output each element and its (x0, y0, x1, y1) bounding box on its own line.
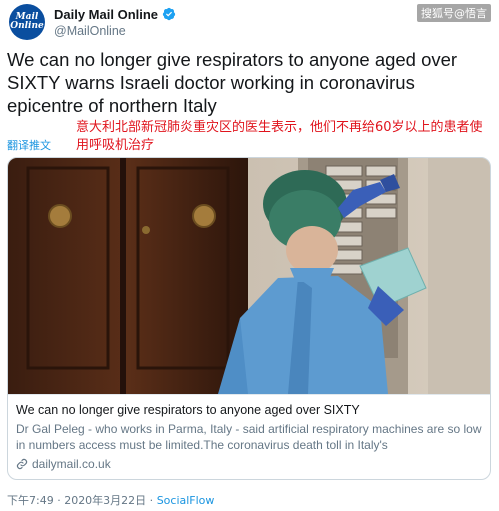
avatar-line-2: Online (10, 21, 44, 31)
tweet-text: We can no longer give respirators to any… (7, 49, 458, 116)
footer-separator: · (146, 494, 157, 507)
tweet-source[interactable]: SocialFlow (157, 494, 215, 507)
avatar[interactable]: Mail Online (9, 4, 45, 40)
translate-tweet-link[interactable]: 翻译推文 (7, 137, 51, 153)
card-body[interactable]: We can no longer give respirators to any… (8, 394, 490, 479)
account-handle[interactable]: @MailOnline (54, 24, 176, 38)
watermark: 搜狐号@悟言 (417, 4, 491, 22)
card-photo[interactable] (8, 158, 490, 394)
card-title[interactable]: We can no longer give respirators to any… (16, 403, 360, 417)
link-icon (16, 458, 28, 470)
translation-annotation: 意大利北部新冠肺炎重灾区的医生表示，他们不再给60岁以上的患者使用呼吸机治疗 (76, 120, 483, 153)
verified-badge-icon (162, 7, 176, 21)
timestamp[interactable]: 下午7:49 · 2020年3月22日 (7, 494, 146, 507)
tweet-header: Mail Online Daily Mail Online @MailOnlin… (9, 4, 176, 40)
card-description: Dr Gal Peleg - who works in Parma, Italy… (16, 422, 482, 452)
door (8, 158, 248, 394)
display-name[interactable]: Daily Mail Online (54, 7, 158, 22)
account-identity: Daily Mail Online @MailOnline (54, 7, 176, 38)
tweet-footer: 下午7:49 · 2020年3月22日 · SocialFlow (7, 492, 214, 508)
card-domain[interactable]: dailymail.co.uk (16, 457, 111, 471)
link-card[interactable]: We can no longer give respirators to any… (7, 157, 491, 480)
card-domain-text[interactable]: dailymail.co.uk (32, 457, 111, 471)
